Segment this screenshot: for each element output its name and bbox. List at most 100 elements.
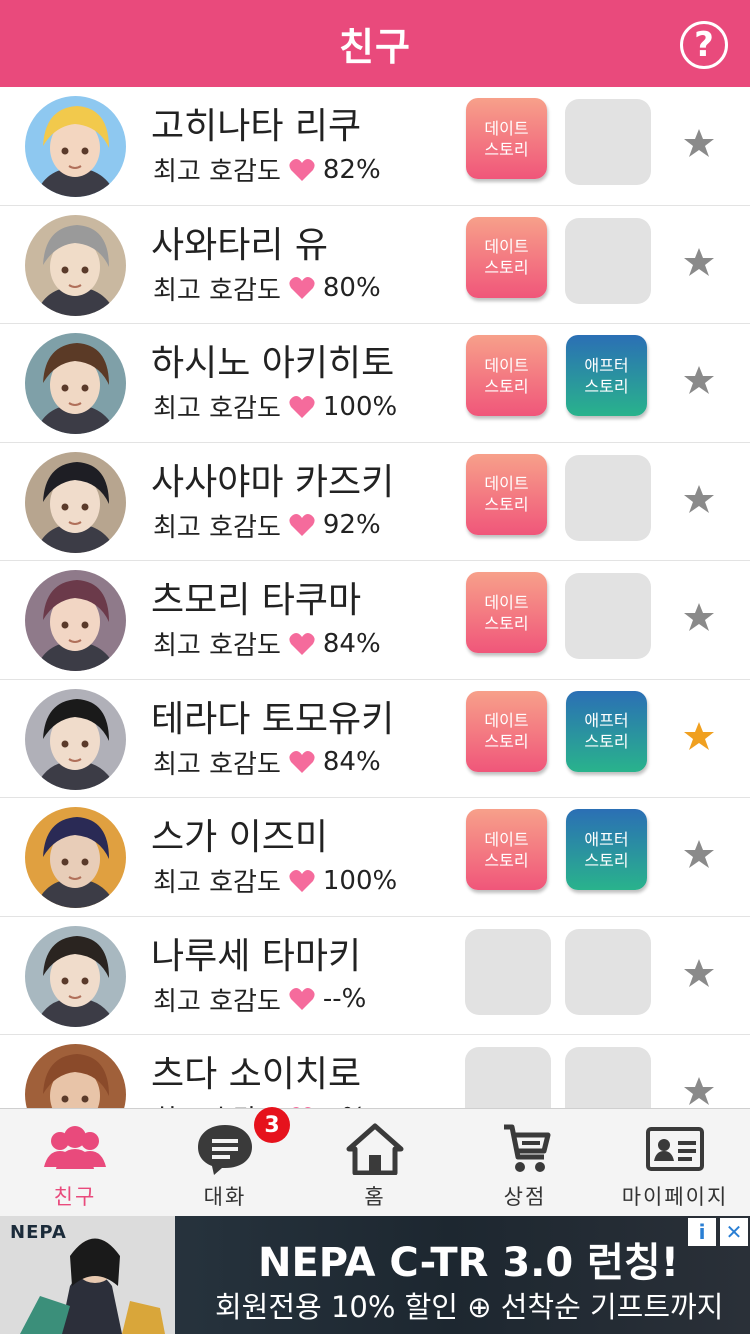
help-button[interactable]: ? bbox=[680, 21, 728, 69]
favorite-star-icon[interactable] bbox=[683, 957, 715, 989]
affinity-value: 84% bbox=[322, 747, 381, 777]
friend-row[interactable]: 사사야마 카즈키 최고 호감도 92% 데이트 스토리 bbox=[0, 443, 750, 561]
date-story-button[interactable]: 데이트 스토리 bbox=[466, 335, 547, 416]
favorite-star-icon[interactable] bbox=[683, 127, 715, 159]
favorite-star-icon[interactable] bbox=[683, 720, 715, 752]
close-icon[interactable]: ✕ bbox=[720, 1218, 748, 1246]
friends-icon bbox=[44, 1126, 106, 1169]
friend-row[interactable]: 테라다 토모유키 최고 호감도 84% 데이트 스토리 애프터 스토리 bbox=[0, 680, 750, 798]
avatar[interactable] bbox=[25, 451, 126, 553]
affinity-line: 최고 호감도 100% bbox=[153, 862, 397, 899]
page-title: 친구 bbox=[339, 25, 411, 69]
avatar[interactable] bbox=[25, 333, 126, 434]
date-story-locked bbox=[465, 1047, 551, 1108]
date-story-button[interactable]: 데이트 스토리 bbox=[466, 572, 547, 653]
after-story-locked bbox=[565, 454, 651, 541]
ad-banner[interactable]: NEPA NEPA C-TR 3.0 런칭! 회원전용 10% 할인 ⊕ 선착순… bbox=[0, 1216, 750, 1334]
tab-label-mypage: 마이페이지 bbox=[621, 1185, 729, 1209]
heart-icon bbox=[289, 632, 315, 655]
affinity-line: 최고 호감도 82% bbox=[153, 151, 381, 188]
heart-icon bbox=[289, 751, 315, 773]
date-story-button[interactable]: 데이트 스토리 bbox=[466, 98, 547, 179]
heart-icon bbox=[289, 277, 315, 299]
date-story-button[interactable]: 데이트 스토리 bbox=[466, 453, 547, 535]
chat-badge: 3 bbox=[254, 1107, 290, 1143]
after-story-locked bbox=[565, 573, 651, 659]
affinity-label: 최고 호감도 bbox=[153, 868, 281, 898]
ad-subtext: 회원전용 10% 할인 ⊕ 선착순 기프트까지 bbox=[215, 1290, 724, 1324]
favorite-star-icon[interactable] bbox=[683, 601, 715, 633]
affinity-label: 최고 호감도 bbox=[153, 749, 281, 780]
tab-friends[interactable]: 친구 bbox=[0, 1109, 150, 1216]
tab-chat[interactable]: 3 대화 bbox=[150, 1107, 300, 1216]
avatar[interactable] bbox=[25, 925, 126, 1027]
friend-name: 츠다 소이치로 bbox=[151, 1054, 362, 1095]
info-icon[interactable]: i bbox=[688, 1218, 716, 1246]
friend-name: 사와타리 유 bbox=[151, 224, 329, 266]
tab-mypage[interactable]: 마이페이지 bbox=[600, 1109, 750, 1216]
tab-label-chat: 대화 bbox=[203, 1185, 247, 1209]
friend-name: 고히나타 리쿠 bbox=[151, 106, 362, 147]
affinity-line: 최고 호감도 --% bbox=[153, 1099, 366, 1108]
favorite-star-icon[interactable] bbox=[683, 364, 715, 396]
ad-headline: NEPA C-TR 3.0 런칭! bbox=[258, 1240, 679, 1286]
heart-icon bbox=[289, 988, 315, 1010]
favorite-star-icon[interactable] bbox=[683, 246, 715, 278]
tab-bar: 친구 3 대화 홈 상점 마이페이지 bbox=[0, 1107, 750, 1216]
avatar[interactable] bbox=[25, 688, 126, 790]
after-story-locked bbox=[565, 1047, 651, 1108]
tab-label-shop: 상점 bbox=[503, 1185, 547, 1209]
chat-bubble-icon bbox=[198, 1125, 252, 1175]
tab-label-friends: 친구 bbox=[53, 1185, 97, 1209]
friend-row[interactable]: 스가 이즈미 최고 호감도 100% 데이트 스토리 애프터 스토리 bbox=[0, 798, 750, 917]
affinity-line: 최고 호감도 84% bbox=[153, 625, 381, 662]
friend-row[interactable]: 하시노 아키히토 최고 호감도 100% 데이트 스토리 애프터 스토리 bbox=[0, 324, 750, 443]
avatar[interactable] bbox=[25, 214, 126, 316]
avatar[interactable] bbox=[25, 1044, 126, 1108]
tab-home[interactable]: 홈 bbox=[300, 1109, 450, 1216]
friend-list[interactable]: 고히나타 리쿠 최고 호감도 82% 데이트 스토리 사와타리 유 최고 호감도 … bbox=[0, 87, 750, 1108]
friend-row[interactable]: 나루세 타마키 최고 호감도 --% bbox=[0, 917, 750, 1035]
id-card-icon bbox=[646, 1127, 704, 1171]
favorite-star-icon[interactable] bbox=[683, 838, 715, 870]
ad-brand: NEPA bbox=[10, 1222, 67, 1243]
after-story-locked bbox=[565, 928, 651, 1015]
affinity-line: 최고 호감도 92% bbox=[153, 507, 381, 544]
friend-row[interactable]: 츠다 소이치로 최고 호감도 --% bbox=[0, 1035, 750, 1108]
friend-name: 스가 이즈미 bbox=[151, 817, 329, 858]
affinity-value: 100% bbox=[322, 391, 398, 422]
heart-icon bbox=[289, 514, 315, 536]
affinity-value: 82% bbox=[322, 154, 381, 185]
friend-row[interactable]: 츠모리 타쿠마 최고 호감도 84% 데이트 스토리 bbox=[0, 561, 750, 680]
heart-icon bbox=[289, 869, 315, 892]
favorite-star-icon[interactable] bbox=[683, 483, 715, 515]
after-story-button[interactable]: 애프터 스토리 bbox=[566, 335, 647, 416]
affinity-line: 최고 호감도 84% bbox=[153, 744, 381, 781]
date-story-button[interactable]: 데이트 스토리 bbox=[466, 690, 547, 772]
date-story-button[interactable]: 데이트 스토리 bbox=[466, 809, 547, 890]
affinity-line: 최고 호감도 --% bbox=[153, 981, 366, 1018]
home-icon bbox=[346, 1123, 404, 1175]
friend-row[interactable]: 고히나타 리쿠 최고 호감도 82% 데이트 스토리 bbox=[0, 87, 750, 206]
friend-name: 사사야마 카즈키 bbox=[151, 461, 395, 503]
friend-name: 츠모리 타쿠마 bbox=[151, 580, 362, 621]
friend-row[interactable]: 사와타리 유 최고 호감도 80% 데이트 스토리 bbox=[0, 206, 750, 324]
avatar[interactable] bbox=[25, 807, 126, 908]
affinity-label: 최고 호감도 bbox=[153, 512, 281, 543]
affinity-label: 최고 호감도 bbox=[153, 1099, 281, 1108]
date-story-locked bbox=[465, 928, 551, 1015]
avatar[interactable] bbox=[25, 570, 126, 671]
after-story-button[interactable]: 애프터 스토리 bbox=[566, 690, 647, 772]
affinity-value: --% bbox=[322, 984, 367, 1014]
after-story-button[interactable]: 애프터 스토리 bbox=[566, 809, 647, 890]
date-story-button[interactable]: 데이트 스토리 bbox=[466, 216, 547, 298]
friend-name: 테라다 토모유키 bbox=[151, 698, 395, 740]
favorite-star-icon[interactable] bbox=[683, 1075, 715, 1107]
ad-controls: i ✕ bbox=[688, 1218, 748, 1246]
tab-shop[interactable]: 상점 bbox=[450, 1109, 600, 1216]
after-story-locked bbox=[565, 217, 651, 304]
question-circle-icon: ? bbox=[694, 25, 714, 65]
affinity-value: 92% bbox=[322, 510, 381, 540]
avatar[interactable] bbox=[25, 96, 126, 197]
affinity-value: 100% bbox=[322, 865, 398, 896]
